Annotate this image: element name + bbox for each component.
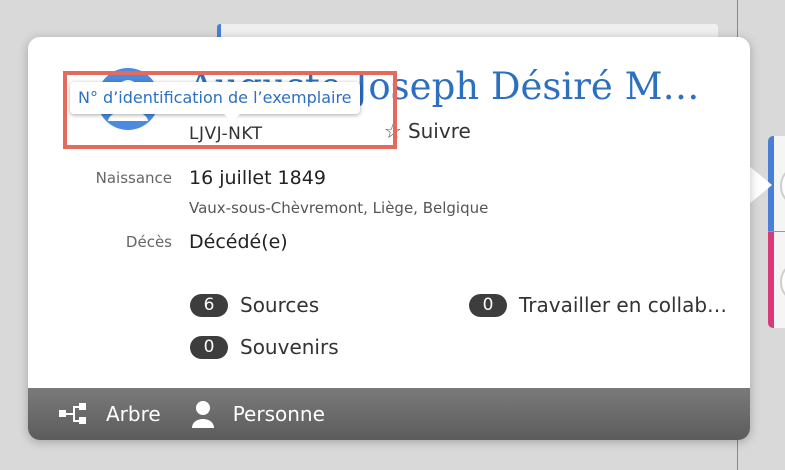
memories-link[interactable]: 0 Souvenirs — [190, 335, 339, 359]
person-label: Personne — [232, 402, 325, 426]
follow-button[interactable]: ☆ Suivre — [384, 119, 471, 143]
death-value: Décédé(e) — [189, 231, 288, 253]
collaborate-link[interactable]: 0 Travailler en collab… — [469, 293, 727, 317]
collaborate-count-badge: 0 — [469, 293, 507, 317]
birth-date: 16 juillet 1849 — [189, 167, 326, 189]
birth-label: Naissance — [95, 169, 172, 187]
birth-place: Vaux-sous-Chèvremont, Liège, Belgique — [189, 199, 489, 217]
sources-link[interactable]: 6 Sources — [190, 293, 319, 317]
sources-label: Sources — [240, 293, 320, 317]
background-avatar — [780, 164, 785, 208]
death-label: Décès — [125, 233, 172, 251]
popup-pointer — [748, 165, 772, 205]
sources-count-badge: 6 — [190, 293, 228, 317]
popup-footer: Arbre Personne — [28, 388, 750, 440]
tree-icon — [58, 403, 88, 425]
memories-label: Souvenirs — [240, 335, 339, 359]
tree-button[interactable]: Arbre — [28, 388, 161, 440]
highlight-box — [63, 71, 397, 149]
background-avatar — [780, 260, 785, 304]
follow-label: Suivre — [407, 119, 471, 143]
tree-label: Arbre — [106, 402, 161, 426]
person-icon — [191, 400, 215, 428]
collaborate-label: Travailler en collab… — [519, 293, 728, 317]
person-button[interactable]: Personne — [161, 388, 325, 440]
memories-count-badge: 0 — [190, 335, 228, 359]
